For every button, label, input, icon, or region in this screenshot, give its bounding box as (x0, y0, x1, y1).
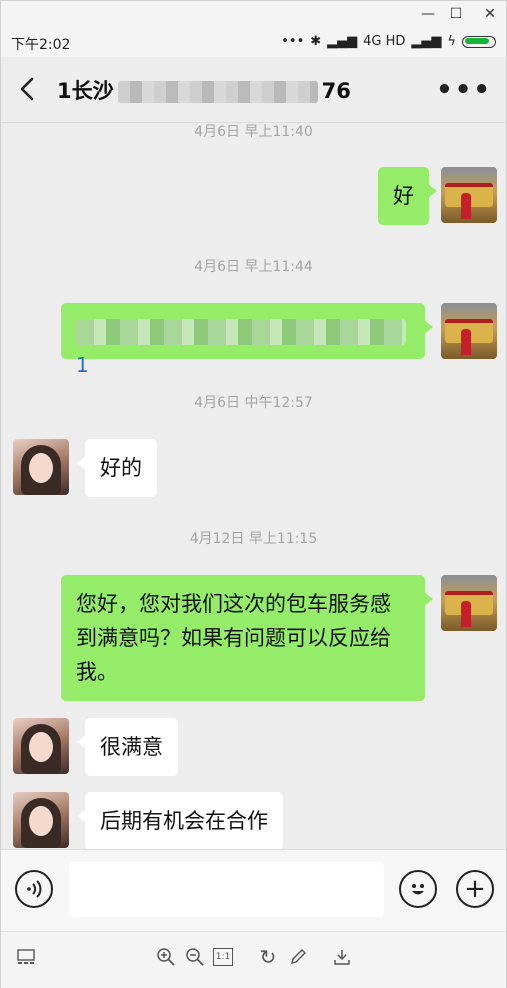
message-bubble-me[interactable]: 您好，您对我们这次的包车服务感 到满意吗？如果有问题可以反应给 我。 (61, 575, 433, 701)
bluetooth-icon: ✱ (310, 34, 322, 49)
close-button[interactable]: ✕ (481, 5, 499, 23)
chat-header: 1长沙 76 ••• (1, 57, 506, 123)
message-bubble-them[interactable]: 后期有机会在合作 (77, 792, 283, 849)
chat-title: 1长沙 76 (57, 79, 351, 103)
timestamp: 4月12日 早上11:15 (189, 531, 318, 547)
zoom-in-icon[interactable] (155, 946, 177, 968)
viewer-toolbar: 1:1 ↻ (1, 931, 506, 988)
image-viewer-window: — ☐ ✕ 下午2:02 ••• ✱ ▂▄▆ 4G HD ▂▄▆ ϟ 1长沙 76… (0, 0, 507, 988)
battery-icon (462, 35, 496, 48)
message-bubble-them[interactable]: 很满意 (77, 718, 178, 776)
minimize-button[interactable]: — (419, 5, 437, 23)
timestamp: 4月6日 早上11:40 (194, 124, 313, 140)
message-bubble-me-redacted[interactable]: 1 (61, 303, 433, 377)
redacted-name (117, 81, 318, 103)
timestamp: 4月6日 中午12:57 (194, 395, 313, 411)
signal-icon-2: ▂▄▆ (411, 34, 442, 49)
actual-size-icon[interactable]: 1:1 (213, 948, 233, 966)
emoji-icon[interactable] (399, 870, 437, 908)
message-input-bar: + (1, 849, 506, 931)
more-dots: ••• (281, 34, 305, 49)
more-options-button[interactable]: ••• (436, 75, 492, 105)
maximize-button[interactable]: ☐ (447, 5, 465, 23)
charging-icon: ϟ (447, 34, 456, 49)
contact-avatar[interactable] (13, 439, 69, 495)
message-input[interactable] (69, 862, 384, 917)
voice-icon[interactable] (15, 870, 53, 908)
network-label: 4G HD (363, 34, 406, 49)
timestamp: 4月6日 早上11:44 (194, 259, 313, 275)
rotate-icon[interactable]: ↻ (257, 945, 279, 969)
voice-wave-icon (27, 880, 42, 898)
edit-icon[interactable] (287, 946, 309, 968)
smiley-icon (412, 884, 424, 895)
phone-status-bar: 下午2:02 ••• ✱ ▂▄▆ 4G HD ▂▄▆ ϟ (1, 29, 506, 57)
contact-avatar[interactable] (13, 792, 69, 848)
back-arrow-icon[interactable] (17, 77, 39, 101)
thumbnail-icon[interactable] (15, 946, 37, 968)
my-avatar[interactable] (441, 167, 497, 223)
contact-avatar[interactable] (13, 718, 69, 774)
redacted-message (76, 319, 406, 345)
signal-icon: ▂▄▆ (327, 34, 358, 49)
my-avatar[interactable] (441, 575, 497, 631)
plus-icon[interactable]: + (456, 870, 494, 908)
window-title-bar: — ☐ ✕ (1, 1, 506, 29)
zoom-out-icon[interactable] (184, 946, 206, 968)
chat-history[interactable]: 4月6日 早上11:40 好 4月6日 早上11:44 1 4月6日 中午12:… (1, 123, 506, 849)
download-icon[interactable] (331, 946, 353, 968)
my-avatar[interactable] (441, 303, 497, 359)
message-bubble-me[interactable]: 好 (378, 167, 437, 225)
status-time: 下午2:02 (11, 37, 71, 53)
message-bubble-them[interactable]: 好的 (77, 439, 157, 497)
